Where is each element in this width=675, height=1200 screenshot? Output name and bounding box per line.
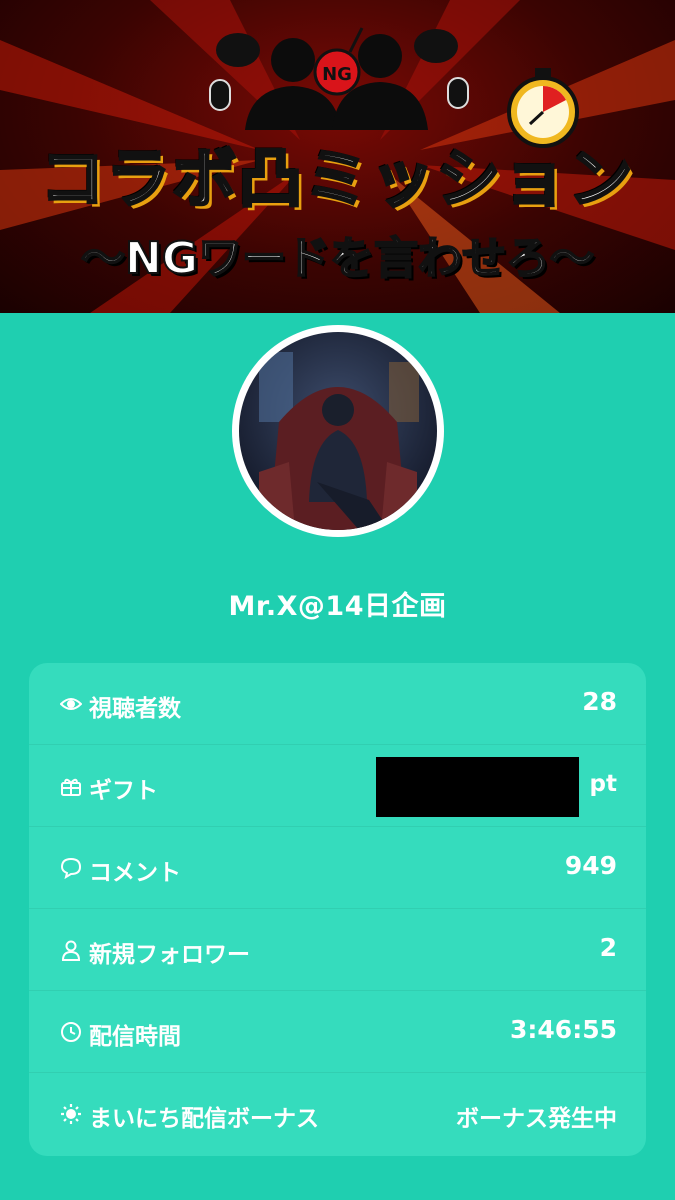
event-banner: NG コラボ凸ミッション 〜NGワードを言わせろ〜 xyxy=(0,0,675,313)
banner-subtitle: 〜NGワードを言わせろ〜 xyxy=(80,232,595,285)
stat-label-comments: コメント xyxy=(89,860,181,886)
stat-row-daily-bonus: まいにち配信ボーナス ボーナス発生中 xyxy=(29,1073,646,1156)
stat-label-new-followers: 新規フォロワー xyxy=(89,942,250,968)
avatar-image xyxy=(239,332,437,530)
stat-row-gifts: ギフト pt xyxy=(29,745,646,827)
stat-row-viewers: 視聴者数 28 xyxy=(29,663,646,745)
stat-value-viewers: 28 xyxy=(582,687,617,716)
sun-icon xyxy=(61,1104,81,1124)
stat-value-daily-bonus: ボーナス発生中 xyxy=(456,1106,617,1132)
stat-value-new-followers: 2 xyxy=(599,933,617,962)
username: Mr.X@14日企画 xyxy=(228,591,447,622)
ng-badge: NG xyxy=(322,64,352,85)
stat-label-stream-time: 配信時間 xyxy=(89,1024,181,1050)
gift-icon xyxy=(61,778,81,796)
stat-row-comments: コメント 949 xyxy=(29,827,646,909)
stat-value-stream-time: 3:46:55 xyxy=(510,1015,617,1044)
stat-label-viewers: 視聴者数 xyxy=(89,696,181,722)
stat-label-daily-bonus: まいにち配信ボーナス xyxy=(89,1106,319,1132)
comment-icon xyxy=(60,857,82,879)
stats-card: 視聴者数 28 ギフト pt コメント 949 新規フォロワー 2 配信時間 3… xyxy=(29,663,646,1156)
stat-value-comments: 949 xyxy=(564,851,617,880)
stat-row-stream-time: 配信時間 3:46:55 xyxy=(29,991,646,1073)
redacted-value xyxy=(376,757,579,817)
stat-row-new-followers: 新規フォロワー 2 xyxy=(29,909,646,991)
eye-icon xyxy=(60,698,82,710)
banner-title: コラボ凸ミッション xyxy=(39,142,635,219)
person-icon xyxy=(61,940,81,961)
clock-icon xyxy=(61,1022,81,1042)
stat-label-gifts: ギフト xyxy=(89,778,158,804)
stat-unit-gifts: pt xyxy=(589,771,617,797)
avatar[interactable] xyxy=(232,325,444,537)
